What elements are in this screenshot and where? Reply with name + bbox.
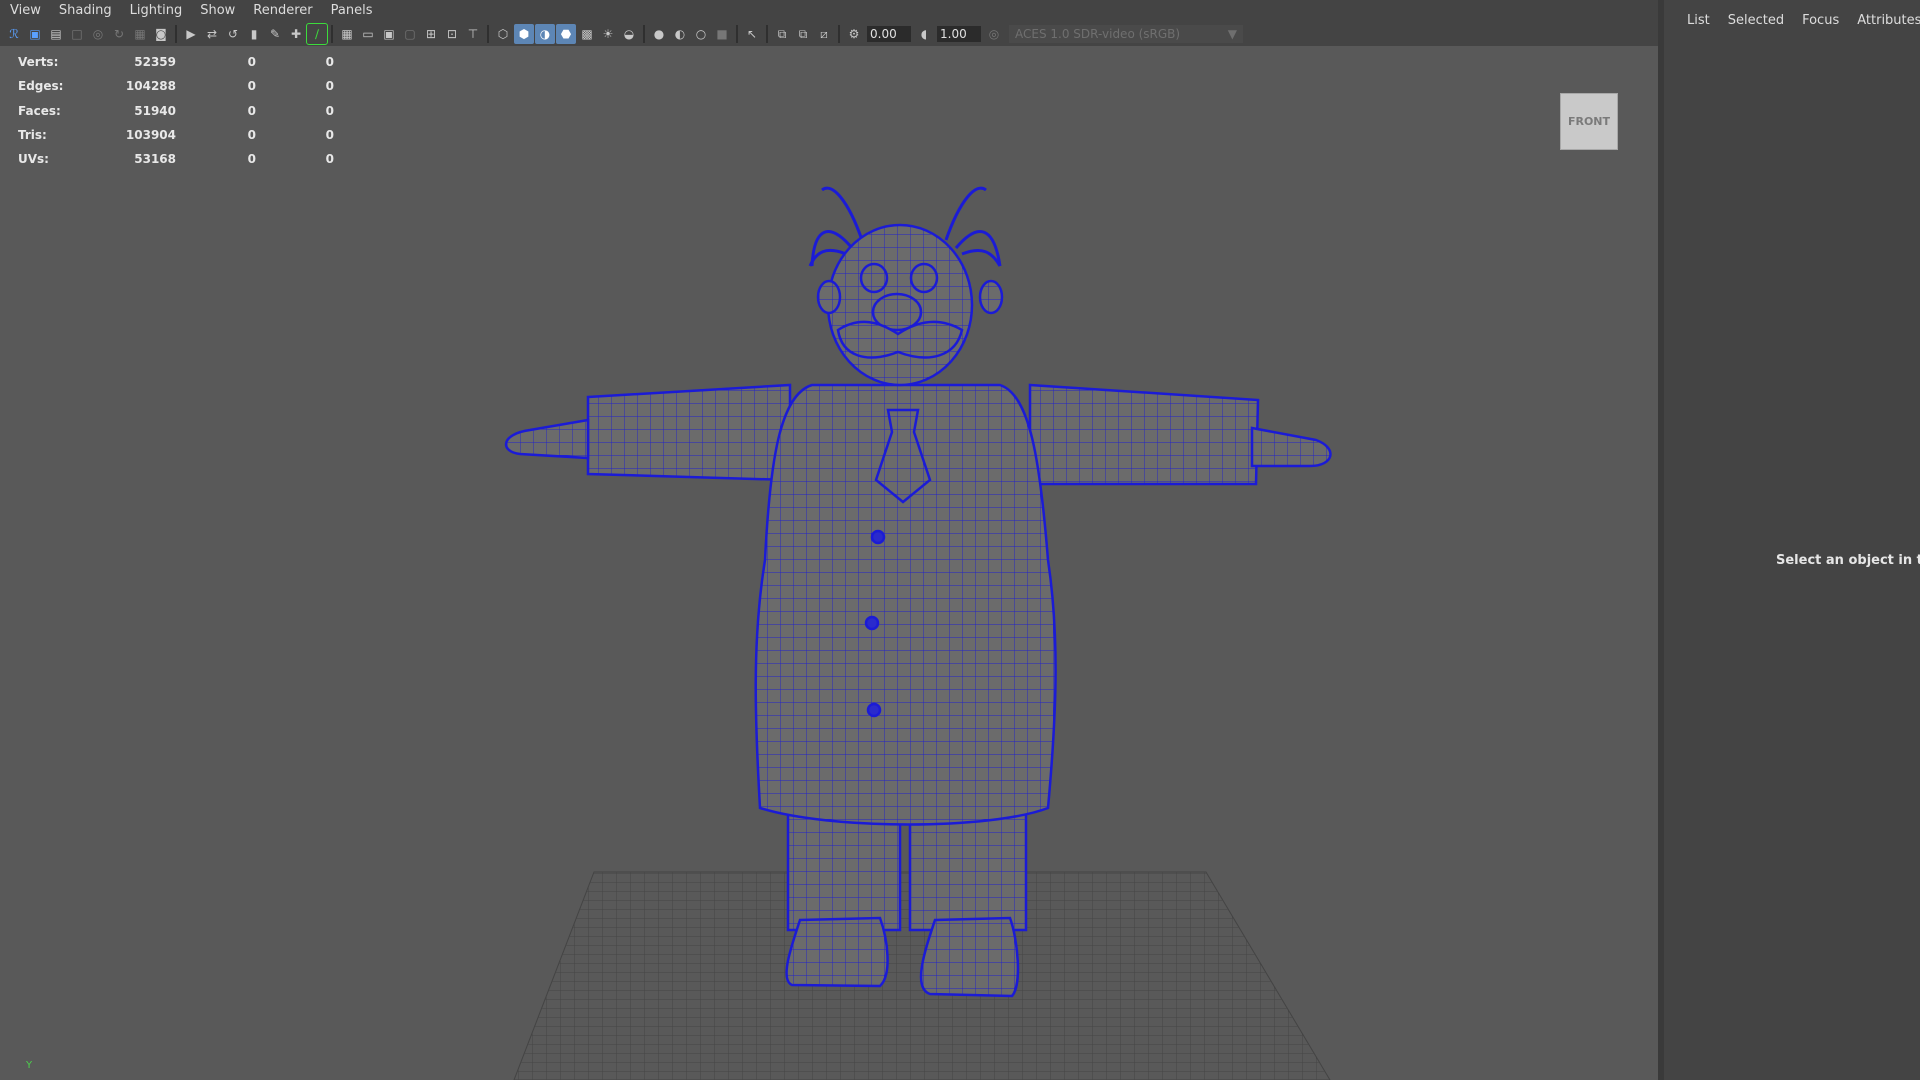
menu-view[interactable]: View: [0, 0, 50, 22]
outliner-menubar: List Selected Focus Attributes: [1664, 0, 1920, 40]
toolbar-separator: [331, 25, 333, 43]
wireframe-icon[interactable]: ⬡: [493, 24, 513, 44]
camera-move-icon[interactable]: ⇄: [202, 24, 222, 44]
film-gate-icon[interactable]: ▭: [358, 24, 378, 44]
color-management-icon[interactable]: ◎: [984, 24, 1004, 44]
safe-title-icon[interactable]: ⊡: [442, 24, 462, 44]
coat-button: [866, 702, 882, 718]
toolbar-separator: [838, 25, 840, 43]
video-camera-icon[interactable]: ▶: [181, 24, 201, 44]
left-arm: [586, 383, 792, 482]
chevron-down-icon: ▼: [1227, 27, 1237, 41]
menu-lighting[interactable]: Lighting: [121, 0, 192, 22]
exposure-icon[interactable]: ⚙: [844, 24, 864, 44]
left-hand: [504, 418, 590, 460]
smooth-shade-icon[interactable]: ⬢: [514, 24, 534, 44]
3d-viewport[interactable]: View Shading Lighting Show Renderer Pane…: [0, 0, 1658, 1080]
snapshot-icon[interactable]: ◙: [151, 24, 171, 44]
camera-attributes-icon[interactable]: ▣: [25, 24, 45, 44]
marker-icon[interactable]: ▮: [244, 24, 264, 44]
left-foot: [785, 916, 889, 988]
motion-blur-icon[interactable]: ◐: [670, 24, 690, 44]
outliner-panel: List Selected Focus Attributes Select an…: [1664, 0, 1920, 1080]
wireframe-on-shaded-icon[interactable]: ◑: [535, 24, 555, 44]
viewport-toolbar: ℛ ▣ ▤ □ ◎ ↻ ▦ ◙ ▶ ⇄ ↺ ▮ ✎ ✚ ∕ ▦ ▭ ▣ ▢ ⊞ …: [0, 22, 1658, 46]
anti-aliasing-icon[interactable]: ○: [691, 24, 711, 44]
coat-button: [870, 529, 886, 545]
grid-icon[interactable]: ▦: [337, 24, 357, 44]
shadows-icon[interactable]: ◒: [619, 24, 639, 44]
right-leg: [908, 808, 1028, 932]
scene-view[interactable]: [0, 46, 1658, 1080]
menu-show[interactable]: Show: [191, 0, 244, 22]
lighting-icon[interactable]: ☀: [598, 24, 618, 44]
menu-renderer[interactable]: Renderer: [244, 0, 321, 22]
gate-mask-icon[interactable]: ⊤: [463, 24, 483, 44]
coat-button: [864, 615, 880, 631]
toolbar-separator: [736, 25, 738, 43]
left-ear: [816, 279, 842, 315]
transform-icon[interactable]: ✚: [286, 24, 306, 44]
xray-joints-icon[interactable]: ⧉: [793, 24, 813, 44]
left-eye: [859, 262, 889, 294]
gamma-input[interactable]: [937, 26, 981, 42]
refresh-icon[interactable]: ↻: [109, 24, 129, 44]
sphere-icon[interactable]: ◎: [88, 24, 108, 44]
xray-icon[interactable]: ⧉: [772, 24, 792, 44]
menu-attributes[interactable]: Attributes: [1848, 13, 1920, 28]
right-ear: [978, 279, 1004, 315]
menu-panels[interactable]: Panels: [322, 0, 382, 22]
menu-shading[interactable]: Shading: [50, 0, 121, 22]
toolbar-separator: [766, 25, 768, 43]
image-plane-icon[interactable]: ▦: [130, 24, 150, 44]
left-leg: [786, 808, 902, 932]
gamma-icon[interactable]: ◖: [914, 24, 934, 44]
ambient-occlusion-icon[interactable]: ●: [649, 24, 669, 44]
right-eye: [909, 262, 939, 294]
field-chart-icon[interactable]: ⊞: [421, 24, 441, 44]
resolution-gate-icon[interactable]: ▣: [379, 24, 399, 44]
right-foot: [919, 916, 1020, 998]
menu-selected[interactable]: Selected: [1719, 13, 1793, 28]
empty-selection-message: Select an object in the s: [1776, 553, 1920, 568]
xray-active-icon[interactable]: ⧄: [814, 24, 834, 44]
isolate-icon[interactable]: ↖: [742, 24, 762, 44]
color-space-label: ACES 1.0 SDR-video (sRGB): [1015, 27, 1181, 41]
textured-icon[interactable]: ⬣: [556, 24, 576, 44]
right-hand: [1250, 426, 1332, 468]
right-arm: [1028, 383, 1260, 486]
lock-camera-icon[interactable]: □: [67, 24, 87, 44]
axis-y-indicator: Y: [26, 1060, 33, 1071]
safe-action-icon[interactable]: ▢: [400, 24, 420, 44]
exposure-input[interactable]: [867, 26, 911, 42]
color-space-select[interactable]: ACES 1.0 SDR-video (sRGB) ▼: [1009, 25, 1243, 43]
edit-mode-icon[interactable]: ∕: [306, 23, 328, 45]
menu-list[interactable]: List: [1678, 13, 1719, 28]
toolbar-separator: [175, 25, 177, 43]
toolbar-separator: [643, 25, 645, 43]
menu-focus[interactable]: Focus: [1793, 13, 1848, 28]
pen-icon[interactable]: ✎: [265, 24, 285, 44]
toolbar-separator: [487, 25, 489, 43]
bookmark-icon[interactable]: ▤: [46, 24, 66, 44]
checker-icon[interactable]: ▩: [577, 24, 597, 44]
camera-track-icon[interactable]: ↺: [223, 24, 243, 44]
depth-of-field-icon[interactable]: ■: [712, 24, 732, 44]
viewport-menubar: View Shading Lighting Show Renderer Pane…: [0, 0, 1658, 22]
select-camera-icon[interactable]: ℛ: [4, 24, 24, 44]
